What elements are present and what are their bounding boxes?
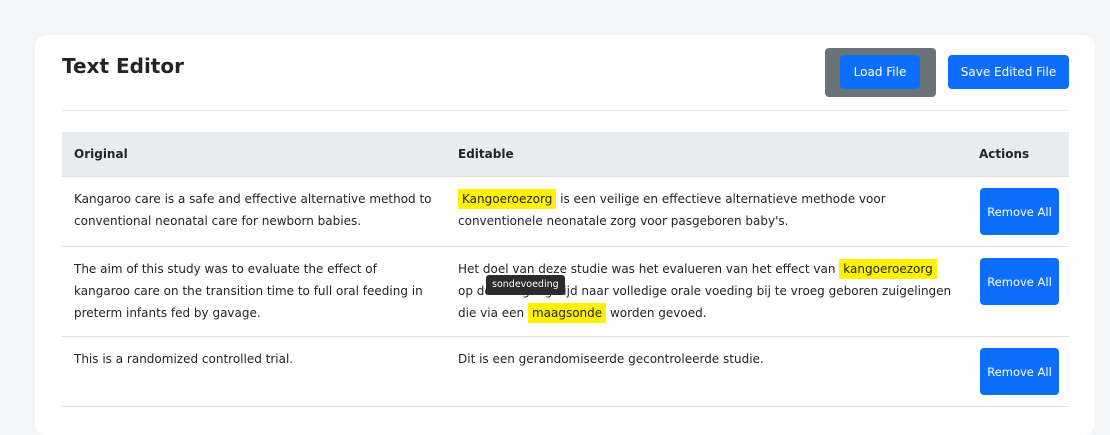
editable-cell[interactable]: Het doel van deze studie was het evaluer… — [446, 246, 967, 337]
editable-text: Het doel van deze studie was het evaluer… — [458, 262, 840, 276]
column-header-actions: Actions — [967, 132, 1069, 177]
page-title: Text Editor — [62, 54, 184, 78]
actions-cell: Remove All — [967, 176, 1069, 247]
column-header-editable: Editable — [446, 132, 967, 177]
original-cell: Kangaroo care is a safe and effective al… — [62, 176, 446, 247]
editable-text: worden gevoed. — [606, 306, 707, 320]
table-row: The aim of this study was to evaluate th… — [62, 246, 1069, 337]
table-row: Kangaroo care is a safe and effective al… — [62, 176, 1069, 247]
load-file-button[interactable]: Load File — [840, 55, 920, 89]
original-cell: The aim of this study was to evaluate th… — [62, 246, 446, 337]
header-divider — [62, 110, 1068, 111]
table-row: This is a randomized controlled trial. D… — [62, 336, 1069, 407]
highlighted-term[interactable]: maagsonde — [527, 303, 607, 323]
remove-all-button[interactable]: Remove All — [980, 348, 1059, 395]
column-header-original: Original — [62, 132, 446, 177]
actions-cell: Remove All — [967, 246, 1069, 337]
editable-text: Dit is een gerandomiseerde gecontroleerd… — [458, 352, 764, 366]
table-header-row: Original Editable Actions — [62, 132, 1069, 177]
original-cell: This is a randomized controlled trial. — [62, 336, 446, 407]
editor-card: Text Editor Load File Save Edited File O… — [35, 35, 1095, 435]
highlighted-term[interactable]: kangoeroezorg — [839, 259, 937, 279]
editable-cell[interactable]: Kangoeroezorg is een veilige en effectie… — [446, 176, 967, 247]
actions-cell: Remove All — [967, 336, 1069, 407]
translation-table: Original Editable Actions Kangaroo care … — [62, 132, 1069, 407]
save-edited-file-button[interactable]: Save Edited File — [948, 55, 1069, 89]
remove-all-button[interactable]: Remove All — [980, 258, 1059, 305]
remove-all-button[interactable]: Remove All — [980, 188, 1059, 235]
highlighted-term[interactable]: Kangoeroezorg — [458, 189, 557, 209]
suggestion-tooltip: sondevoeding — [486, 275, 565, 295]
editable-cell[interactable]: Dit is een gerandomiseerde gecontroleerd… — [446, 336, 967, 407]
